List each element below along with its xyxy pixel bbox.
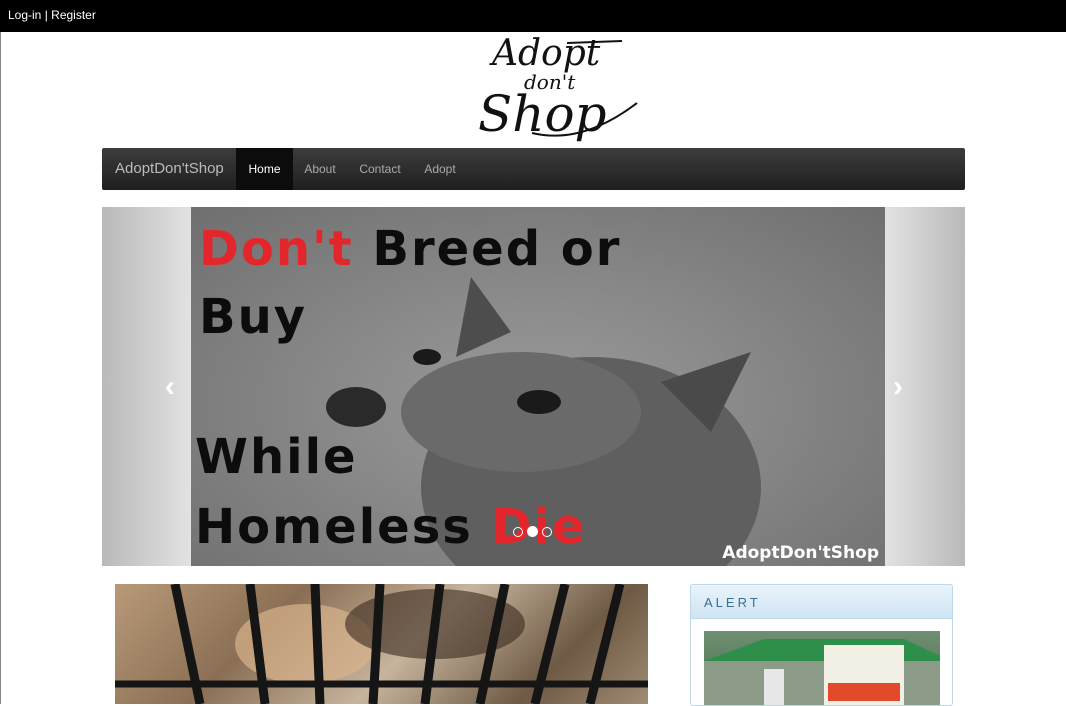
slide-headline-line2: Buy [199, 289, 308, 345]
navbar-brand[interactable]: AdoptDon'tShop [115, 160, 224, 177]
site-logo[interactable]: Adopt don't Shop [472, 33, 642, 145]
chevron-left-icon[interactable]: ‹ [158, 372, 182, 402]
chevron-right-icon[interactable]: › [886, 372, 910, 402]
main-navbar: AdoptDon'tShop Home About Contact Adopt [102, 148, 965, 190]
auth-links: Log-in | Register [8, 8, 96, 22]
logo-line1: Adopt [489, 33, 601, 74]
register-link[interactable]: Register [51, 8, 96, 22]
login-link[interactable]: Log-in [8, 8, 41, 22]
slide-headline-line1: Don't Breed or [199, 221, 622, 277]
carousel-indicator-1[interactable] [513, 527, 523, 537]
alert-panel: ALERT [690, 584, 953, 706]
page-border [0, 32, 1, 704]
carousel-indicator-3[interactable] [542, 527, 552, 537]
image-carousel: Don't Breed or Buy While Homeless Die Ad… [102, 207, 965, 566]
alert-title: ALERT [704, 595, 761, 610]
nav-adopt[interactable]: Adopt [416, 148, 464, 190]
carousel-slide: Don't Breed or Buy While Homeless Die Ad… [191, 207, 885, 566]
auth-separator: | [41, 8, 52, 22]
top-bar: Log-in | Register [0, 0, 1066, 32]
nav-contact[interactable]: Contact [352, 148, 408, 190]
cage-photo [115, 584, 648, 704]
featured-video-thumbnail[interactable] [115, 584, 648, 704]
nav-home[interactable]: Home [236, 148, 293, 190]
nav-about[interactable]: About [296, 148, 344, 190]
slide-headline-line3: While [195, 429, 358, 485]
slide-watermark: AdoptDon'tShop [722, 543, 879, 563]
alert-photo[interactable] [704, 631, 940, 705]
carousel-indicator-2[interactable] [527, 526, 538, 537]
